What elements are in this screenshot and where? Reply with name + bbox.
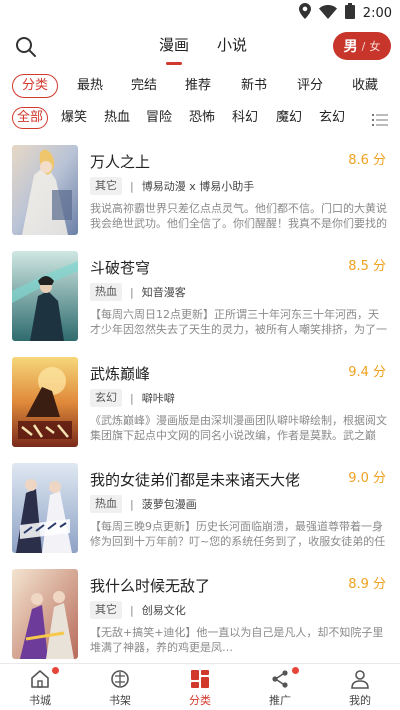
book-author: 菠萝包漫画 <box>141 498 197 511</box>
tab-novels[interactable]: 小说 <box>217 34 247 60</box>
bookshelf-icon <box>109 668 131 690</box>
book-title[interactable]: 我什么时候无敌了 <box>90 575 210 596</box>
book-meta: 其它 | 创易文化 <box>90 601 186 619</box>
book-score: 8.6 分 <box>348 153 386 168</box>
gender-male[interactable]: 男 <box>344 36 358 56</box>
status-time: 2:00 <box>362 5 392 21</box>
status-bar: 2:00 <box>0 0 400 24</box>
more-genres-button[interactable] <box>372 112 388 126</box>
nav-label: 书城 <box>29 694 51 707</box>
book-meta: 热血 | 菠萝包漫画 <box>90 495 197 513</box>
book-description: 【每周六周日12点更新】正所谓三十年河东三十年河西，天才少年因忽然失去了天生的灵… <box>90 308 387 336</box>
search-button[interactable] <box>14 35 38 59</box>
book-tag: 其它 <box>90 177 122 195</box>
meta-separator: | <box>130 497 134 511</box>
wifi-icon <box>318 4 337 23</box>
book-meta: 其它 | 博易动漫 x 博易小助手 <box>90 177 254 195</box>
book-meta: 玄幻 | 噼咔噼 <box>90 389 175 407</box>
genre-tab-scifi[interactable]: 科幻 <box>229 107 261 129</box>
book-item[interactable]: 武炼巅峰 9.4 分 玄幻 | 噼咔噼 《武炼巅峰》漫画版是由深圳漫画团队噼咔噼… <box>0 349 400 455</box>
sort-tab-completed[interactable]: 完结 <box>126 74 162 98</box>
notification-dot <box>292 667 299 674</box>
book-cover[interactable] <box>12 251 78 341</box>
book-list: 万人之上 8.6 分 其它 | 博易动漫 x 博易小助手 我说高祢霸世界只差亿点… <box>0 137 400 663</box>
gender-separator: / <box>361 39 366 53</box>
genre-tab-hotblood[interactable]: 热血 <box>101 107 133 129</box>
book-score: 8.5 分 <box>348 259 386 274</box>
book-title[interactable]: 斗破苍穹 <box>90 257 150 278</box>
book-tag: 玄幻 <box>90 389 122 407</box>
book-item[interactable]: 斗破苍穹 8.5 分 热血 | 知音漫客 【每周六周日12点更新】正所谓三十年河… <box>0 243 400 349</box>
sort-tab-recommend[interactable]: 推荐 <box>180 74 216 98</box>
genre-tab-funny[interactable]: 爆笑 <box>58 107 90 129</box>
book-tag: 热血 <box>90 283 122 301</box>
book-title[interactable]: 万人之上 <box>90 151 150 172</box>
book-cover[interactable] <box>12 569 78 659</box>
sort-tab-favorites[interactable]: 收藏 <box>347 74 383 98</box>
book-tag: 热血 <box>90 495 122 513</box>
meta-separator: | <box>130 285 134 299</box>
meta-separator: | <box>130 391 134 405</box>
bottom-nav: 书城 书架 分类 推广 我的 <box>0 663 400 710</box>
nav-profile[interactable]: 我的 <box>330 668 390 708</box>
book-cover[interactable] <box>12 357 78 447</box>
book-author: 博易动漫 x 博易小助手 <box>141 180 255 193</box>
sort-tab-hot[interactable]: 最热 <box>72 74 108 98</box>
book-author: 噼咔噼 <box>141 392 175 405</box>
book-tag: 其它 <box>90 601 122 619</box>
book-description: 【每周三晚9点更新】历史长河面临崩溃，最强道尊带着一身修为回到十万年前？叮~您的… <box>90 520 386 548</box>
home-icon <box>29 667 59 690</box>
sort-tabs: 分类 最热 完结 推荐 新书 评分 收藏 <box>0 72 400 102</box>
book-item[interactable]: 我什么时候无敌了 8.9 分 其它 | 创易文化 【无敌+搞笑+迪化】他一直以为… <box>0 561 400 663</box>
notification-dot <box>52 667 59 674</box>
book-item[interactable]: 万人之上 8.6 分 其它 | 博易动漫 x 博易小助手 我说高祢霸世界只差亿点… <box>0 137 400 243</box>
nav-label: 分类 <box>189 694 211 707</box>
share-icon <box>269 667 299 690</box>
profile-icon <box>349 668 371 690</box>
sort-tab-new[interactable]: 新书 <box>236 74 272 98</box>
book-title[interactable]: 我的女徒弟们都是未来诸天大佬 <box>90 469 300 490</box>
genre-tab-fantasy[interactable]: 玄幻 <box>316 107 348 129</box>
book-cover[interactable] <box>12 463 78 553</box>
book-score: 9.0 分 <box>348 471 386 486</box>
book-author: 知音漫客 <box>141 286 186 299</box>
nav-category[interactable]: 分类 <box>170 668 230 708</box>
sort-tab-rating[interactable]: 评分 <box>292 74 328 98</box>
genre-tab-adventure[interactable]: 冒险 <box>143 107 175 129</box>
nav-promote[interactable]: 推广 <box>250 667 310 708</box>
book-meta: 热血 | 知音漫客 <box>90 283 186 301</box>
book-title[interactable]: 武炼巅峰 <box>90 363 150 384</box>
nav-bookstore[interactable]: 书城 <box>10 667 70 708</box>
search-icon <box>16 37 36 57</box>
battery-icon <box>344 3 355 23</box>
meta-separator: | <box>130 603 134 617</box>
book-score: 8.9 分 <box>348 577 386 592</box>
genre-tabs: 全部 爆笑 热血 冒险 恐怖 科幻 魔幻 玄幻 <box>0 105 400 133</box>
book-score: 9.4 分 <box>348 365 386 380</box>
nav-label: 书架 <box>109 694 131 707</box>
tab-comics[interactable]: 漫画 <box>159 34 189 65</box>
nav-bookshelf[interactable]: 书架 <box>90 668 150 708</box>
category-icon <box>189 668 211 690</box>
gender-female[interactable]: 女 <box>369 38 380 54</box>
top-tabs: 漫画 小说 <box>159 34 247 65</box>
nav-label: 推广 <box>269 694 291 707</box>
book-cover[interactable] <box>12 145 78 235</box>
header: 漫画 小说 男 / 女 <box>0 24 400 68</box>
nav-label: 我的 <box>349 694 371 707</box>
genre-tab-horror[interactable]: 恐怖 <box>186 107 218 129</box>
meta-separator: | <box>130 179 134 193</box>
status-icons: 2:00 <box>298 3 392 23</box>
book-item[interactable]: 我的女徒弟们都是未来诸天大佬 9.0 分 热血 | 菠萝包漫画 【每周三晚9点更… <box>0 455 400 561</box>
location-icon <box>298 3 311 23</box>
book-description: 我说高祢霸世界只差亿点点灵气。他们都不信。门口的大黄说我会绝世武功。他们全信了。… <box>90 202 387 230</box>
genre-tab-all[interactable]: 全部 <box>12 107 48 129</box>
list-icon <box>372 114 388 126</box>
book-description: 《武炼巅峰》漫画版是由深圳漫画团队噼咔噼绘制，根据阅文集团旗下起点中文网的同名小… <box>90 414 387 442</box>
book-description: 【无敌+搞笑+迪化】他一直以为自己是凡人，却不知院子里堆满了神器，养的鸡更是凤… <box>90 626 384 654</box>
gender-toggle[interactable]: 男 / 女 <box>333 32 391 60</box>
book-author: 创易文化 <box>141 604 186 617</box>
sort-tab-category[interactable]: 分类 <box>12 74 58 98</box>
genre-tab-magic[interactable]: 魔幻 <box>273 107 305 129</box>
